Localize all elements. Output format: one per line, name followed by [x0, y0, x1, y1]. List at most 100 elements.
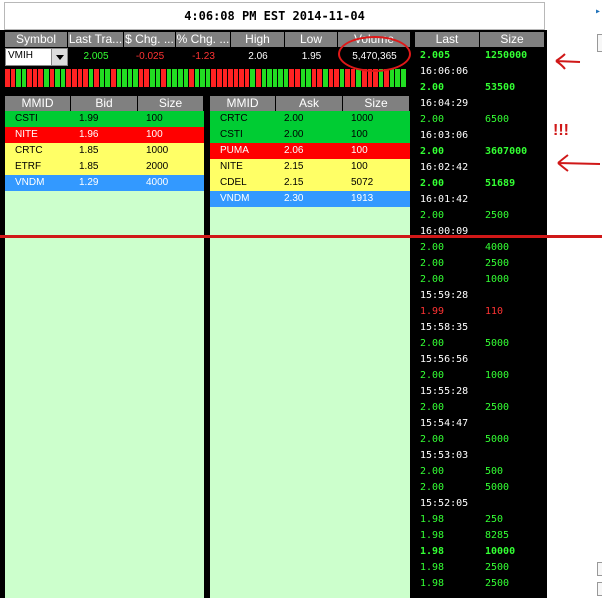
- tick-mark: [334, 69, 339, 87]
- col-header-chg[interactable]: $ Chg. ...: [124, 32, 176, 47]
- col-header-low[interactable]: Low: [285, 32, 338, 47]
- tick-mark: [328, 69, 334, 87]
- tick-mark: [189, 69, 194, 87]
- col-header-high[interactable]: High: [231, 32, 285, 47]
- ts-time: 16:02:42: [420, 162, 469, 173]
- ts-price: 2.00: [420, 258, 445, 269]
- tick-mark: [27, 69, 32, 87]
- tick-mark: [155, 69, 161, 87]
- ts-price: 1.98: [420, 578, 445, 589]
- tick-mark: [60, 69, 66, 87]
- col-header-symbol[interactable]: Symbol: [5, 32, 68, 47]
- ts-row: 2.00 5000: [415, 432, 545, 448]
- col-header-pct[interactable]: % Chg. ...: [176, 32, 231, 47]
- tick-mark: [105, 69, 110, 87]
- ts-size: 8285: [485, 530, 510, 541]
- bid-size: 2000: [146, 161, 169, 172]
- ts-row: 15:59:28: [415, 288, 545, 304]
- ask-row[interactable]: CRTC 2.00 1000: [210, 111, 410, 127]
- bid-header-mmid[interactable]: MMID: [5, 96, 71, 111]
- ts-row: 15:58:35: [415, 320, 545, 336]
- ts-header-last[interactable]: Last: [415, 32, 480, 47]
- tick-mark: [161, 69, 166, 87]
- ts-time: 16:04:29: [420, 98, 469, 109]
- ask-header-mmid[interactable]: MMID: [210, 96, 276, 111]
- tick-mark: [345, 69, 350, 87]
- tick-mark: [77, 69, 83, 87]
- red-line-annotation: [0, 235, 602, 238]
- ts-row: 2.00 500: [415, 464, 545, 480]
- bid-mmid: VNDM: [15, 177, 45, 188]
- ask-row[interactable]: VNDM 2.30 1913: [210, 191, 410, 207]
- ts-price: 2.00: [420, 434, 445, 445]
- bid-header-size[interactable]: Size: [138, 96, 204, 111]
- ts-row: 2.00 1000: [415, 368, 545, 384]
- tick-mark: [216, 69, 222, 87]
- bid-size: 100: [146, 113, 163, 124]
- ts-size: 500: [485, 466, 504, 477]
- tick-mark: [172, 69, 177, 87]
- bid-row[interactable]: CRTC 1.85 1000: [5, 143, 204, 159]
- bid-row[interactable]: CSTI 1.99 100: [5, 111, 204, 127]
- tick-bar: [5, 69, 406, 87]
- tick-mark: [116, 69, 122, 87]
- tick-mark: [133, 69, 138, 87]
- ts-time: 15:54:47: [420, 418, 469, 429]
- chevron-down-icon[interactable]: [51, 49, 67, 65]
- ts-price: 2.00: [420, 482, 445, 493]
- ask-size: 1913: [351, 193, 374, 204]
- bid-mmid: ETRF: [15, 161, 42, 172]
- ts-row: 2.00 51689: [415, 176, 545, 192]
- tick-mark: [239, 69, 244, 87]
- ask-row[interactable]: NITE 2.15 100: [210, 159, 410, 175]
- last-trade-value: 2.005: [83, 51, 109, 62]
- bid-row[interactable]: ETRF 1.85 2000: [5, 159, 204, 175]
- arrow-left-icon: [555, 53, 581, 70]
- bid-row[interactable]: VNDM 1.29 4000: [5, 175, 204, 191]
- ask-mmid: PUMA: [220, 145, 249, 156]
- ts-row: 1.98 2500: [415, 576, 545, 592]
- bid-mmid: CRTC: [15, 145, 43, 156]
- ask-mmid: VNDM: [220, 193, 250, 204]
- ts-row: 2.00 6500: [415, 112, 545, 128]
- tick-mark: [300, 69, 306, 87]
- ask-row[interactable]: PUMA 2.06 100: [210, 143, 410, 159]
- ts-time: 16:03:06: [420, 130, 469, 141]
- col-header-last[interactable]: Last Tra...: [68, 32, 124, 47]
- ts-price: 2.00: [420, 178, 445, 189]
- tick-mark: [194, 69, 200, 87]
- ask-row[interactable]: CSTI 2.00 100: [210, 127, 410, 143]
- sidebar-widget: [597, 562, 602, 576]
- bid-price: 1.29: [79, 177, 99, 188]
- tick-mark: [295, 69, 300, 87]
- ask-row[interactable]: CDEL 2.15 5072: [210, 175, 410, 191]
- ts-price: 2.00: [420, 114, 445, 125]
- ts-header-size[interactable]: Size: [480, 32, 545, 47]
- ts-price: 2.00: [420, 146, 445, 157]
- bid-header-bid[interactable]: Bid: [71, 96, 138, 111]
- ts-size: 53500: [485, 82, 516, 93]
- ts-size: 6500: [485, 114, 510, 125]
- tick-mark: [99, 69, 105, 87]
- ts-row: 16:01:42: [415, 192, 545, 208]
- symbol-dropdown[interactable]: VMIH: [5, 48, 68, 66]
- ask-size: 100: [351, 161, 368, 172]
- ask-size: 100: [351, 145, 368, 156]
- ask-size: 5072: [351, 177, 374, 188]
- sidebar-widget: [597, 582, 602, 596]
- ask-header-ask[interactable]: Ask: [276, 96, 343, 111]
- bid-row[interactable]: NITE 1.96 100: [5, 127, 204, 143]
- ts-row: 1.99 110: [415, 304, 545, 320]
- ask-price: 2.30: [284, 193, 304, 204]
- ask-header-size[interactable]: Size: [343, 96, 410, 111]
- ask-price: 2.00: [284, 113, 304, 124]
- bid-size: 1000: [146, 145, 169, 156]
- tick-mark: [44, 69, 49, 87]
- ts-time: 15:59:28: [420, 290, 469, 301]
- ts-size: 110: [485, 306, 504, 317]
- clock-text: 4:06:08 PM EST 2014-11-04: [184, 9, 365, 23]
- ask-price: 2.06: [284, 145, 304, 156]
- ts-price: 2.00: [420, 466, 445, 477]
- ts-row: 15:52:05: [415, 496, 545, 512]
- tick-mark: [261, 69, 267, 87]
